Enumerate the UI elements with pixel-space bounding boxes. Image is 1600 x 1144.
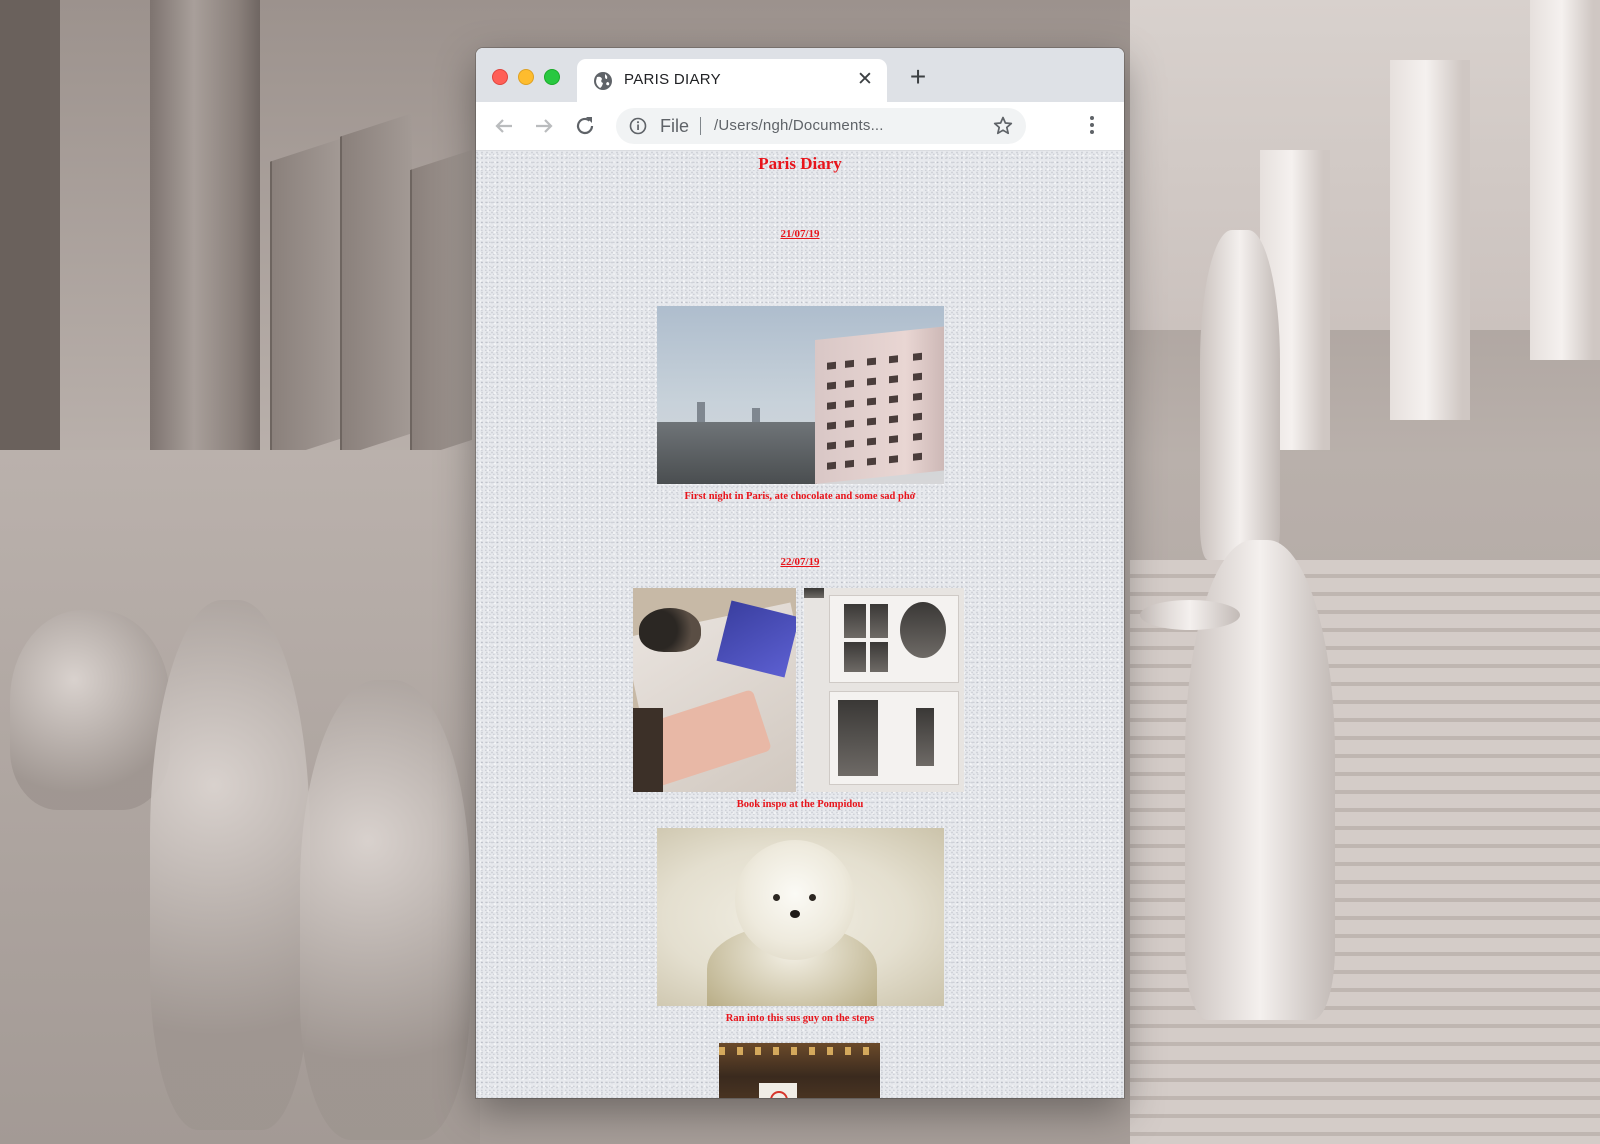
background-column bbox=[150, 0, 260, 470]
page-viewport[interactable]: Paris Diary 21/07/19 First night in Pari… bbox=[476, 151, 1124, 1098]
zoom-window-button[interactable] bbox=[544, 69, 560, 85]
file-scheme-label: File bbox=[660, 116, 690, 136]
tab-bar: PARIS DIARY ✕ + bbox=[476, 48, 1124, 102]
toolbar: File /Users/ngh/Documents... bbox=[476, 102, 1124, 151]
background-column bbox=[1530, 0, 1600, 360]
url-text[interactable]: /Users/ngh/Documents... bbox=[714, 117, 884, 134]
background-statue bbox=[1200, 230, 1280, 560]
address-separator bbox=[700, 117, 701, 135]
tab-title: PARIS DIARY bbox=[624, 71, 721, 88]
close-tab-icon[interactable]: ✕ bbox=[855, 70, 875, 90]
photo-caption: Ran into this sus guy on the steps bbox=[725, 1013, 875, 1024]
arrow-left-icon[interactable] bbox=[490, 112, 518, 140]
background-awning bbox=[340, 113, 412, 457]
info-icon[interactable] bbox=[629, 117, 647, 135]
background-statue-bowl bbox=[1140, 600, 1240, 630]
globe-icon bbox=[594, 72, 612, 90]
new-tab-button[interactable]: + bbox=[904, 63, 932, 92]
page-title: Paris Diary bbox=[758, 154, 842, 173]
photo-white-dog bbox=[657, 828, 944, 1006]
close-window-button[interactable] bbox=[492, 69, 508, 85]
photo-caption: Book inspo at the Pompidou bbox=[736, 799, 864, 810]
reload-icon[interactable] bbox=[571, 112, 599, 140]
photo-prints-wall bbox=[804, 588, 964, 792]
entry-date: 21/07/19 bbox=[780, 228, 820, 240]
minimize-window-button[interactable] bbox=[518, 69, 534, 85]
photo-book-moth bbox=[633, 588, 796, 792]
photo-city-buildings bbox=[657, 306, 944, 484]
background-awning bbox=[270, 138, 342, 462]
tab-paris-diary[interactable]: PARIS DIARY ✕ bbox=[577, 59, 887, 102]
background-column bbox=[0, 0, 60, 470]
background-awning bbox=[410, 149, 472, 461]
background-relief bbox=[10, 610, 170, 810]
background-column bbox=[1390, 60, 1470, 420]
background-relief bbox=[150, 600, 310, 1130]
kebab-menu-icon[interactable] bbox=[1088, 116, 1096, 136]
arrow-right-icon[interactable] bbox=[530, 112, 558, 140]
browser-window: PARIS DIARY ✕ + File /Users/ngh/Document… bbox=[476, 48, 1124, 1098]
photo-caption: First night in Paris, ate chocolate and … bbox=[684, 491, 916, 502]
star-icon[interactable] bbox=[992, 115, 1014, 137]
entry-date: 22/07/19 bbox=[780, 556, 820, 568]
background-relief bbox=[300, 680, 470, 1140]
address-bar[interactable]: File /Users/ngh/Documents... bbox=[616, 108, 1026, 144]
photo-shop-shirt bbox=[719, 1043, 880, 1098]
